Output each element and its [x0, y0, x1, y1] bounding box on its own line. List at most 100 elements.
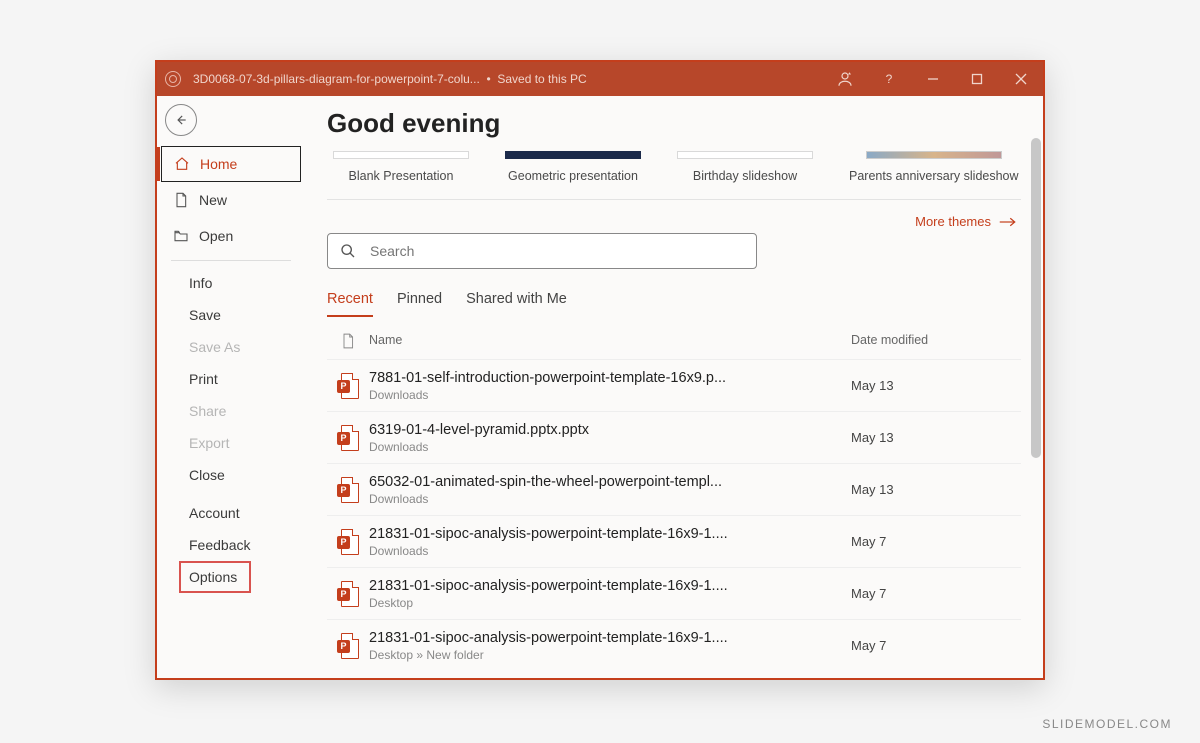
file-name: 21831-01-sipoc-analysis-powerpoint-templ… — [369, 630, 789, 646]
file-location: Downloads — [369, 544, 851, 558]
file-location: Desktop » New folder — [369, 648, 851, 662]
filename-text: 3D0068-07-3d-pillars-diagram-for-powerpo… — [193, 72, 480, 86]
template-thumb — [677, 151, 813, 159]
file-name: 21831-01-sipoc-analysis-powerpoint-templ… — [369, 578, 789, 594]
file-location: Downloads — [369, 492, 851, 506]
more-themes-label: More themes — [915, 214, 991, 229]
file-name: 7881-01-self-introduction-powerpoint-tem… — [369, 370, 789, 386]
template-anniversary[interactable]: Parents anniversary slideshow — [849, 151, 1019, 183]
file-row[interactable]: P 21831-01-sipoc-analysis-powerpoint-temp… — [327, 619, 1021, 671]
help-icon[interactable]: ? — [867, 62, 911, 96]
file-name-col: 21831-01-sipoc-analysis-powerpoint-templ… — [369, 630, 851, 662]
app-body: Home New Open Info Save Save As Print Sh… — [157, 96, 1043, 678]
file-name: 65032-01-animated-spin-the-wheel-powerpo… — [369, 474, 789, 490]
tab-shared[interactable]: Shared with Me — [466, 291, 567, 317]
file-icon-col: P — [327, 633, 369, 659]
template-birthday[interactable]: Birthday slideshow — [677, 151, 813, 183]
file-name-col: 21831-01-sipoc-analysis-powerpoint-templ… — [369, 526, 851, 558]
save-status-text: Saved to this PC — [497, 72, 586, 86]
file-location: Downloads — [369, 388, 851, 402]
nav-options[interactable]: Options — [179, 561, 251, 593]
file-list: P 7881-01-self-introduction-powerpoint-te… — [327, 359, 1021, 671]
search-box[interactable] — [327, 233, 757, 269]
nav-new[interactable]: New — [157, 182, 305, 218]
maximize-icon[interactable] — [955, 62, 999, 96]
file-location: Desktop — [369, 596, 851, 610]
template-thumb — [505, 151, 641, 159]
close-icon[interactable] — [999, 62, 1043, 96]
greeting-heading: Good evening — [327, 108, 1021, 139]
nav-bottom-group: Account Feedback Options — [157, 497, 305, 593]
nav-home[interactable]: Home — [161, 146, 301, 182]
nav-account[interactable]: Account — [157, 497, 305, 529]
nav-open[interactable]: Open — [157, 218, 305, 254]
more-themes-link[interactable]: More themes — [327, 214, 1017, 229]
template-thumb — [333, 151, 469, 159]
template-blank[interactable]: Blank Presentation — [333, 151, 469, 183]
nav-save-as: Save As — [157, 331, 305, 363]
nav-close[interactable]: Close — [157, 459, 305, 491]
file-icon-col: P — [327, 529, 369, 555]
file-icon-col: P — [327, 373, 369, 399]
header-name[interactable]: Name — [369, 333, 851, 349]
powerpoint-file-icon: P — [337, 373, 359, 399]
file-name: 21831-01-sipoc-analysis-powerpoint-templ… — [369, 526, 789, 542]
powerpoint-file-icon: P — [337, 477, 359, 503]
titlebar: 3D0068-07-3d-pillars-diagram-for-powerpo… — [157, 62, 1043, 96]
header-date[interactable]: Date modified — [851, 333, 1021, 349]
search-input[interactable] — [370, 243, 744, 259]
document-icon — [341, 333, 355, 349]
powerpoint-file-icon: P — [337, 529, 359, 555]
template-label: Parents anniversary slideshow — [849, 169, 1019, 183]
header-icon-col — [327, 333, 369, 349]
watermark: SLIDEMODEL.COM — [1042, 717, 1172, 731]
nav-new-label: New — [199, 192, 227, 208]
account-icon[interactable] — [823, 62, 867, 96]
titlebar-filename: 3D0068-07-3d-pillars-diagram-for-powerpo… — [193, 72, 587, 86]
nav-open-label: Open — [199, 228, 233, 244]
file-date: May 7 — [851, 638, 1021, 653]
window-controls: ? — [823, 62, 1043, 96]
nav-save[interactable]: Save — [157, 299, 305, 331]
file-icon-col: P — [327, 477, 369, 503]
file-icon-col: P — [327, 581, 369, 607]
nav-info[interactable]: Info — [157, 267, 305, 299]
nav-print[interactable]: Print — [157, 363, 305, 395]
nav-share: Share — [157, 395, 305, 427]
file-icon-col: P — [327, 425, 369, 451]
file-list-header: Name Date modified — [327, 333, 1021, 359]
nav-feedback[interactable]: Feedback — [157, 529, 305, 561]
minimize-icon[interactable] — [911, 62, 955, 96]
scrollbar[interactable] — [1031, 138, 1041, 670]
file-row[interactable]: P 21831-01-sipoc-analysis-powerpoint-temp… — [327, 567, 1021, 619]
file-row[interactable]: P 7881-01-self-introduction-powerpoint-te… — [327, 359, 1021, 411]
file-row[interactable]: P 65032-01-animated-spin-the-wheel-powerp… — [327, 463, 1021, 515]
nav-home-label: Home — [200, 156, 237, 172]
nav-export: Export — [157, 427, 305, 459]
file-location: Downloads — [369, 440, 851, 454]
file-date: May 13 — [851, 482, 1021, 497]
template-label: Geometric presentation — [505, 169, 641, 183]
main-panel: Good evening Blank Presentation Geometri… — [305, 96, 1043, 678]
powerpoint-app-icon — [165, 71, 181, 87]
back-button[interactable] — [165, 104, 197, 136]
template-label: Birthday slideshow — [677, 169, 813, 183]
file-date: May 13 — [851, 430, 1021, 445]
tab-recent[interactable]: Recent — [327, 291, 373, 317]
template-geometric[interactable]: Geometric presentation — [505, 151, 641, 183]
file-name-col: 7881-01-self-introduction-powerpoint-tem… — [369, 370, 851, 402]
arrow-right-icon — [999, 216, 1017, 228]
file-name-col: 21831-01-sipoc-analysis-powerpoint-templ… — [369, 578, 851, 610]
scrollbar-thumb[interactable] — [1031, 138, 1041, 458]
powerpoint-file-icon: P — [337, 633, 359, 659]
file-date: May 7 — [851, 586, 1021, 601]
file-date: May 7 — [851, 534, 1021, 549]
tab-pinned[interactable]: Pinned — [397, 291, 442, 317]
recent-tabs: Recent Pinned Shared with Me — [327, 291, 1021, 317]
nav-separator — [171, 260, 291, 261]
file-row[interactable]: P6319-01-4-level-pyramid.pptx.pptxDownlo… — [327, 411, 1021, 463]
file-row[interactable]: P 21831-01-sipoc-analysis-powerpoint-temp… — [327, 515, 1021, 567]
powerpoint-backstage-window: 3D0068-07-3d-pillars-diagram-for-powerpo… — [155, 60, 1045, 680]
powerpoint-file-icon: P — [337, 581, 359, 607]
template-label: Blank Presentation — [333, 169, 469, 183]
